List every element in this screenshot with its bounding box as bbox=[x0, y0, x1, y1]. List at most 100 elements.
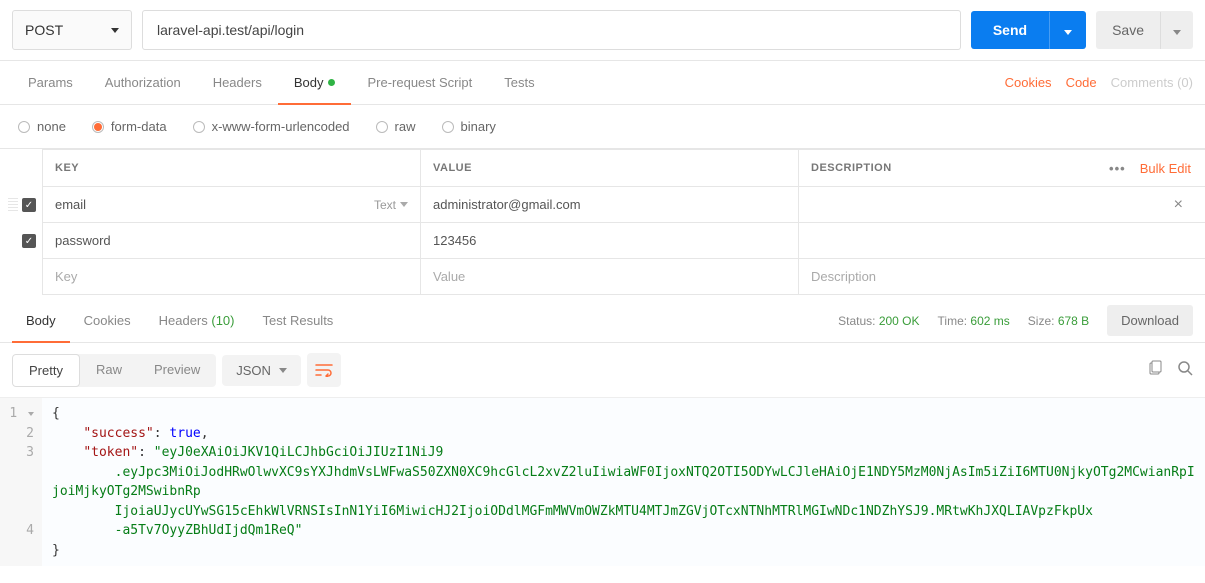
wrap-lines-button[interactable] bbox=[307, 353, 341, 387]
radio-label: binary bbox=[461, 119, 496, 134]
cookies-link[interactable]: Cookies bbox=[1005, 75, 1052, 90]
chevron-down-icon bbox=[279, 368, 287, 373]
status-label: Status: bbox=[838, 314, 875, 328]
type-select[interactable]: Text bbox=[374, 198, 408, 212]
search-button[interactable] bbox=[1177, 360, 1193, 381]
response-view-toolbar: Pretty Raw Preview JSON bbox=[0, 343, 1205, 397]
comments-link[interactable]: Comments (0) bbox=[1111, 75, 1193, 90]
chevron-down-icon bbox=[400, 202, 408, 207]
time-block: Time: 602 ms bbox=[938, 314, 1010, 328]
delete-row-button[interactable]: × bbox=[1164, 196, 1193, 214]
kv-header-value: VALUE bbox=[420, 149, 798, 187]
row-checkbox[interactable]: ✓ bbox=[22, 198, 36, 212]
form-data-table: KEY VALUE DESCRIPTION ••• Bulk Edit ✓ em… bbox=[0, 148, 1205, 295]
radio-xwww[interactable]: x-www-form-urlencoded bbox=[193, 119, 350, 134]
value-cell[interactable]: Value bbox=[420, 259, 798, 295]
send-button[interactable]: Send bbox=[971, 11, 1049, 49]
table-row: ✓ password 123456 bbox=[0, 223, 1205, 259]
resp-tab-cookies[interactable]: Cookies bbox=[70, 299, 145, 342]
status-block: Status: 200 OK bbox=[838, 314, 919, 328]
table-row: ✓ email Text administrator@gmail.com × bbox=[0, 187, 1205, 223]
chevron-down-icon bbox=[1173, 30, 1181, 35]
radio-icon bbox=[18, 121, 30, 133]
chevron-down-icon bbox=[111, 28, 119, 33]
resp-tab-test-results[interactable]: Test Results bbox=[249, 299, 348, 342]
kv-header-key: KEY bbox=[42, 149, 420, 187]
tab-prerequest[interactable]: Pre-request Script bbox=[351, 61, 488, 104]
value-cell[interactable]: administrator@gmail.com bbox=[420, 187, 798, 223]
view-raw[interactable]: Raw bbox=[80, 354, 138, 387]
fold-icon[interactable] bbox=[28, 412, 34, 416]
key-cell[interactable]: Key bbox=[42, 259, 420, 295]
tab-body[interactable]: Body bbox=[278, 62, 352, 105]
view-preview[interactable]: Preview bbox=[138, 354, 216, 387]
radio-form-data[interactable]: form-data bbox=[92, 119, 167, 134]
radio-icon bbox=[92, 121, 104, 133]
save-button[interactable]: Save bbox=[1096, 11, 1160, 49]
json-string: IjoiaUJycUYwSG15cEhkWlVRNSIsInN1YiI6Miwi… bbox=[115, 504, 1093, 519]
table-row-new: Key Value Description bbox=[0, 259, 1205, 295]
row-checkbox[interactable]: ✓ bbox=[22, 234, 36, 248]
code-link[interactable]: Code bbox=[1066, 75, 1097, 90]
copy-icon bbox=[1147, 360, 1163, 376]
type-label: Text bbox=[374, 198, 396, 212]
desc-cell[interactable]: × bbox=[798, 187, 1205, 223]
desc-cell[interactable] bbox=[798, 223, 1205, 259]
desc-cell[interactable]: Description bbox=[798, 259, 1205, 295]
radio-icon bbox=[376, 121, 388, 133]
send-options-button[interactable] bbox=[1049, 12, 1086, 49]
tab-params[interactable]: Params bbox=[12, 61, 89, 104]
drag-handle-icon[interactable] bbox=[8, 198, 18, 212]
radio-icon bbox=[193, 121, 205, 133]
tab-authorization[interactable]: Authorization bbox=[89, 61, 197, 104]
body-type-selector: none form-data x-www-form-urlencoded raw… bbox=[0, 105, 1205, 148]
time-value: 602 ms bbox=[970, 314, 1009, 328]
key-text: email bbox=[55, 197, 86, 212]
resp-tab-body[interactable]: Body bbox=[12, 300, 70, 343]
format-label: JSON bbox=[236, 363, 271, 378]
unsaved-dot-icon bbox=[328, 79, 335, 86]
response-body: 1 2 3 4 { "success": true, "token": "eyJ… bbox=[0, 397, 1205, 566]
view-pretty[interactable]: Pretty bbox=[12, 354, 80, 387]
key-cell[interactable]: email Text bbox=[42, 187, 420, 223]
format-select[interactable]: JSON bbox=[222, 355, 301, 386]
request-bar: POST Send Save bbox=[0, 0, 1205, 61]
time-label: Time: bbox=[938, 314, 968, 328]
request-tabs: Params Authorization Headers Body Pre-re… bbox=[0, 61, 1205, 105]
json-string: "eyJ0eXAiOiJKV1QiLCJhbGciOiJIUzI1NiJ9 bbox=[154, 445, 444, 460]
url-input[interactable] bbox=[142, 10, 961, 50]
tab-tests[interactable]: Tests bbox=[488, 61, 550, 104]
radio-label: form-data bbox=[111, 119, 167, 134]
line-gutter: 1 2 3 4 bbox=[0, 398, 42, 566]
value-cell[interactable]: 123456 bbox=[420, 223, 798, 259]
radio-raw[interactable]: raw bbox=[376, 119, 416, 134]
view-mode-group: Pretty Raw Preview bbox=[12, 354, 216, 387]
http-method-value: POST bbox=[25, 22, 63, 38]
json-string: .eyJpc3MiOiJodHRwOlwvXC9sYXJhdmVsLWFwaS5… bbox=[52, 465, 1195, 500]
response-tabs: Body Cookies Headers (10) Test Results S… bbox=[0, 299, 1205, 343]
radio-none[interactable]: none bbox=[18, 119, 66, 134]
kv-header-desc: DESCRIPTION bbox=[798, 149, 1095, 187]
bulk-edit-link[interactable]: Bulk Edit bbox=[1140, 161, 1191, 176]
search-icon bbox=[1177, 360, 1193, 376]
size-value: 678 B bbox=[1058, 314, 1089, 328]
request-right-links: Cookies Code Comments (0) bbox=[1005, 75, 1193, 90]
json-string: -a5Tv7OyyZBhUdIjdQm1ReQ" bbox=[115, 523, 303, 538]
radio-label: x-www-form-urlencoded bbox=[212, 119, 350, 134]
tab-body-label: Body bbox=[294, 75, 324, 90]
key-cell[interactable]: password bbox=[42, 223, 420, 259]
json-bool: true bbox=[169, 426, 200, 441]
radio-label: raw bbox=[395, 119, 416, 134]
kv-options-button[interactable]: ••• bbox=[1109, 161, 1126, 176]
send-button-group: Send bbox=[971, 11, 1086, 49]
tab-headers[interactable]: Headers bbox=[197, 61, 278, 104]
code-content[interactable]: { "success": true, "token": "eyJ0eXAiOiJ… bbox=[42, 398, 1205, 566]
wrap-icon bbox=[315, 363, 333, 377]
resp-tab-headers[interactable]: Headers (10) bbox=[145, 299, 249, 342]
kv-header-row: KEY VALUE DESCRIPTION ••• Bulk Edit bbox=[0, 149, 1205, 187]
http-method-select[interactable]: POST bbox=[12, 10, 132, 50]
download-button[interactable]: Download bbox=[1107, 305, 1193, 336]
radio-binary[interactable]: binary bbox=[442, 119, 496, 134]
copy-button[interactable] bbox=[1147, 360, 1163, 381]
save-options-button[interactable] bbox=[1160, 12, 1193, 49]
